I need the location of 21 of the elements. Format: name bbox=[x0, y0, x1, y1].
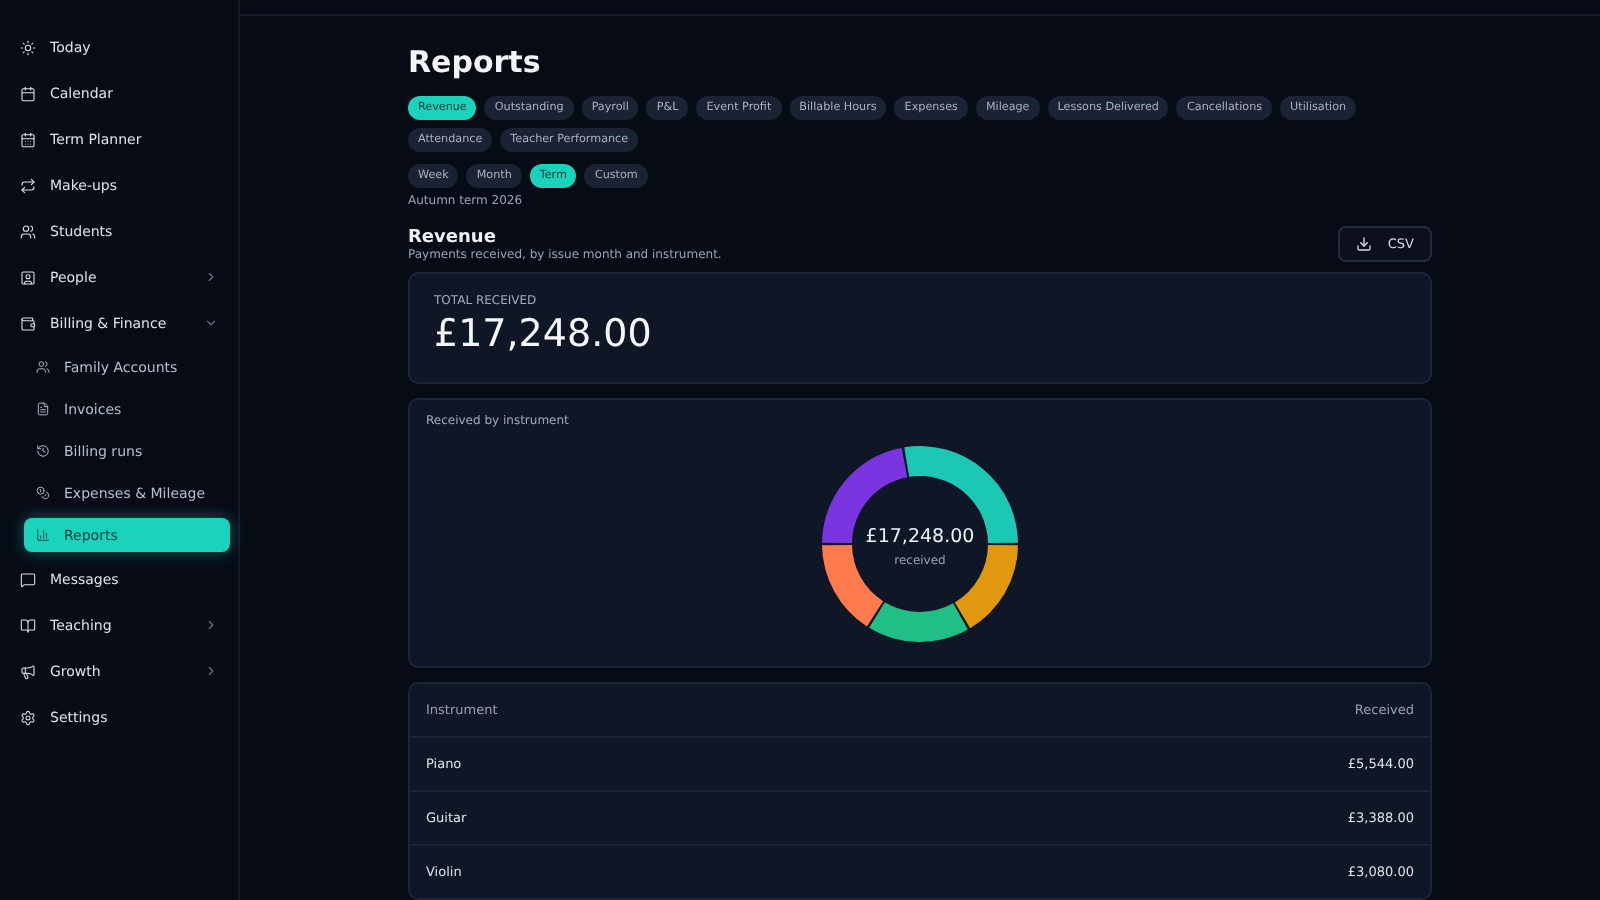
calendar-icon bbox=[20, 85, 36, 101]
megaphone-icon bbox=[20, 663, 36, 679]
book-icon bbox=[20, 617, 36, 633]
users-icon bbox=[36, 360, 50, 374]
donut-center-value: £17,248.00 bbox=[865, 526, 975, 548]
coins-icon bbox=[36, 486, 50, 500]
document-icon bbox=[36, 402, 50, 416]
download-icon bbox=[1355, 236, 1372, 252]
swap-arrows-icon bbox=[20, 177, 36, 193]
sun-icon bbox=[20, 39, 36, 55]
bar-chart-icon bbox=[36, 528, 50, 542]
section-title: Revenue bbox=[408, 227, 498, 247]
calendar-icon bbox=[20, 131, 36, 147]
wallet-icon bbox=[20, 315, 36, 331]
message-icon bbox=[20, 571, 36, 587]
total-value: £17,248.00 bbox=[434, 312, 654, 356]
users-icon bbox=[20, 223, 36, 239]
contact-card-icon bbox=[20, 269, 36, 285]
page-title: Reports bbox=[408, 44, 543, 80]
history-icon bbox=[36, 444, 50, 458]
settings-icon bbox=[20, 709, 36, 725]
